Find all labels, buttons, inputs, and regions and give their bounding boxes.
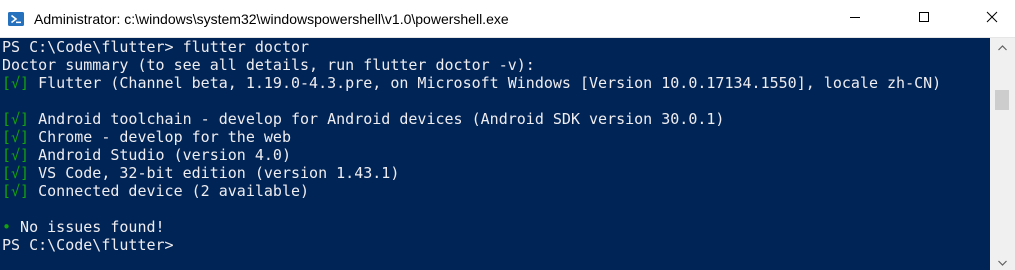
powershell-window: Administrator: c:\windows\system32\windo… (0, 0, 1015, 270)
line-text: VS Code, 32-bit edition (version 1.43.1) (29, 164, 400, 182)
line-prefix: [√] (2, 74, 30, 92)
line-text: Chrome - develop for the web (29, 128, 291, 146)
console-line: [√] Connected device (2 available) (2, 182, 309, 200)
line-prefix: [√] (2, 146, 30, 164)
console-line: [√] Flutter (Channel beta, 1.19.0-4.3.pr… (2, 74, 941, 92)
line-text: Doctor summary (to see all details, run … (2, 56, 535, 74)
line-prefix: [√] (2, 110, 30, 128)
console-line: Doctor summary (to see all details, run … (2, 56, 535, 74)
line-prefix: • (2, 218, 12, 236)
line-text: Flutter (Channel beta, 1.19.0-4.3.pre, o… (29, 74, 942, 92)
window-title: Administrator: c:\windows\system32\windo… (34, 11, 509, 27)
line-text: PS C:\Code\flutter> flutter doctor (2, 38, 310, 56)
line-prefix: [√] (2, 182, 30, 200)
console-line: [√] Android toolchain - develop for Andr… (2, 110, 724, 128)
close-icon (986, 10, 998, 28)
minimize-button[interactable] (832, 0, 878, 38)
powershell-icon[interactable] (8, 11, 24, 27)
console-line: • No issues found! (2, 218, 165, 236)
console-line: PS C:\Code\flutter> flutter doctor (2, 38, 309, 56)
maximize-icon (918, 10, 930, 28)
console-line: PS C:\Code\flutter> (2, 236, 174, 254)
console-line: [√] Chrome - develop for the web (2, 128, 291, 146)
line-text: Android toolchain - develop for Android … (29, 110, 725, 128)
scroll-up-icon (998, 38, 1007, 56)
vertical-scrollbar[interactable] (990, 38, 1015, 270)
title-bar[interactable]: Administrator: c:\windows\system32\windo… (0, 0, 1015, 38)
console-line: [√] Android Studio (version 4.0) (2, 146, 291, 164)
close-button[interactable] (969, 0, 1015, 38)
scroll-down-button[interactable] (990, 253, 1015, 270)
line-prefix: [√] (2, 128, 30, 146)
scroll-thumb[interactable] (995, 90, 1009, 110)
line-text: PS C:\Code\flutter> (2, 236, 174, 254)
scroll-down-icon (998, 253, 1007, 270)
maximize-button[interactable] (901, 0, 947, 38)
line-prefix: [√] (2, 164, 30, 182)
console-output[interactable]: PS C:\Code\flutter> flutter doctor Docto… (0, 38, 990, 270)
line-text: Connected device (2 available) (29, 182, 310, 200)
minimize-icon (849, 10, 861, 28)
scroll-up-button[interactable] (990, 38, 1015, 55)
console-line: [√] VS Code, 32-bit edition (version 1.4… (2, 164, 399, 182)
line-text: No issues found! (11, 218, 165, 236)
line-text: Android Studio (version 4.0) (29, 146, 291, 164)
